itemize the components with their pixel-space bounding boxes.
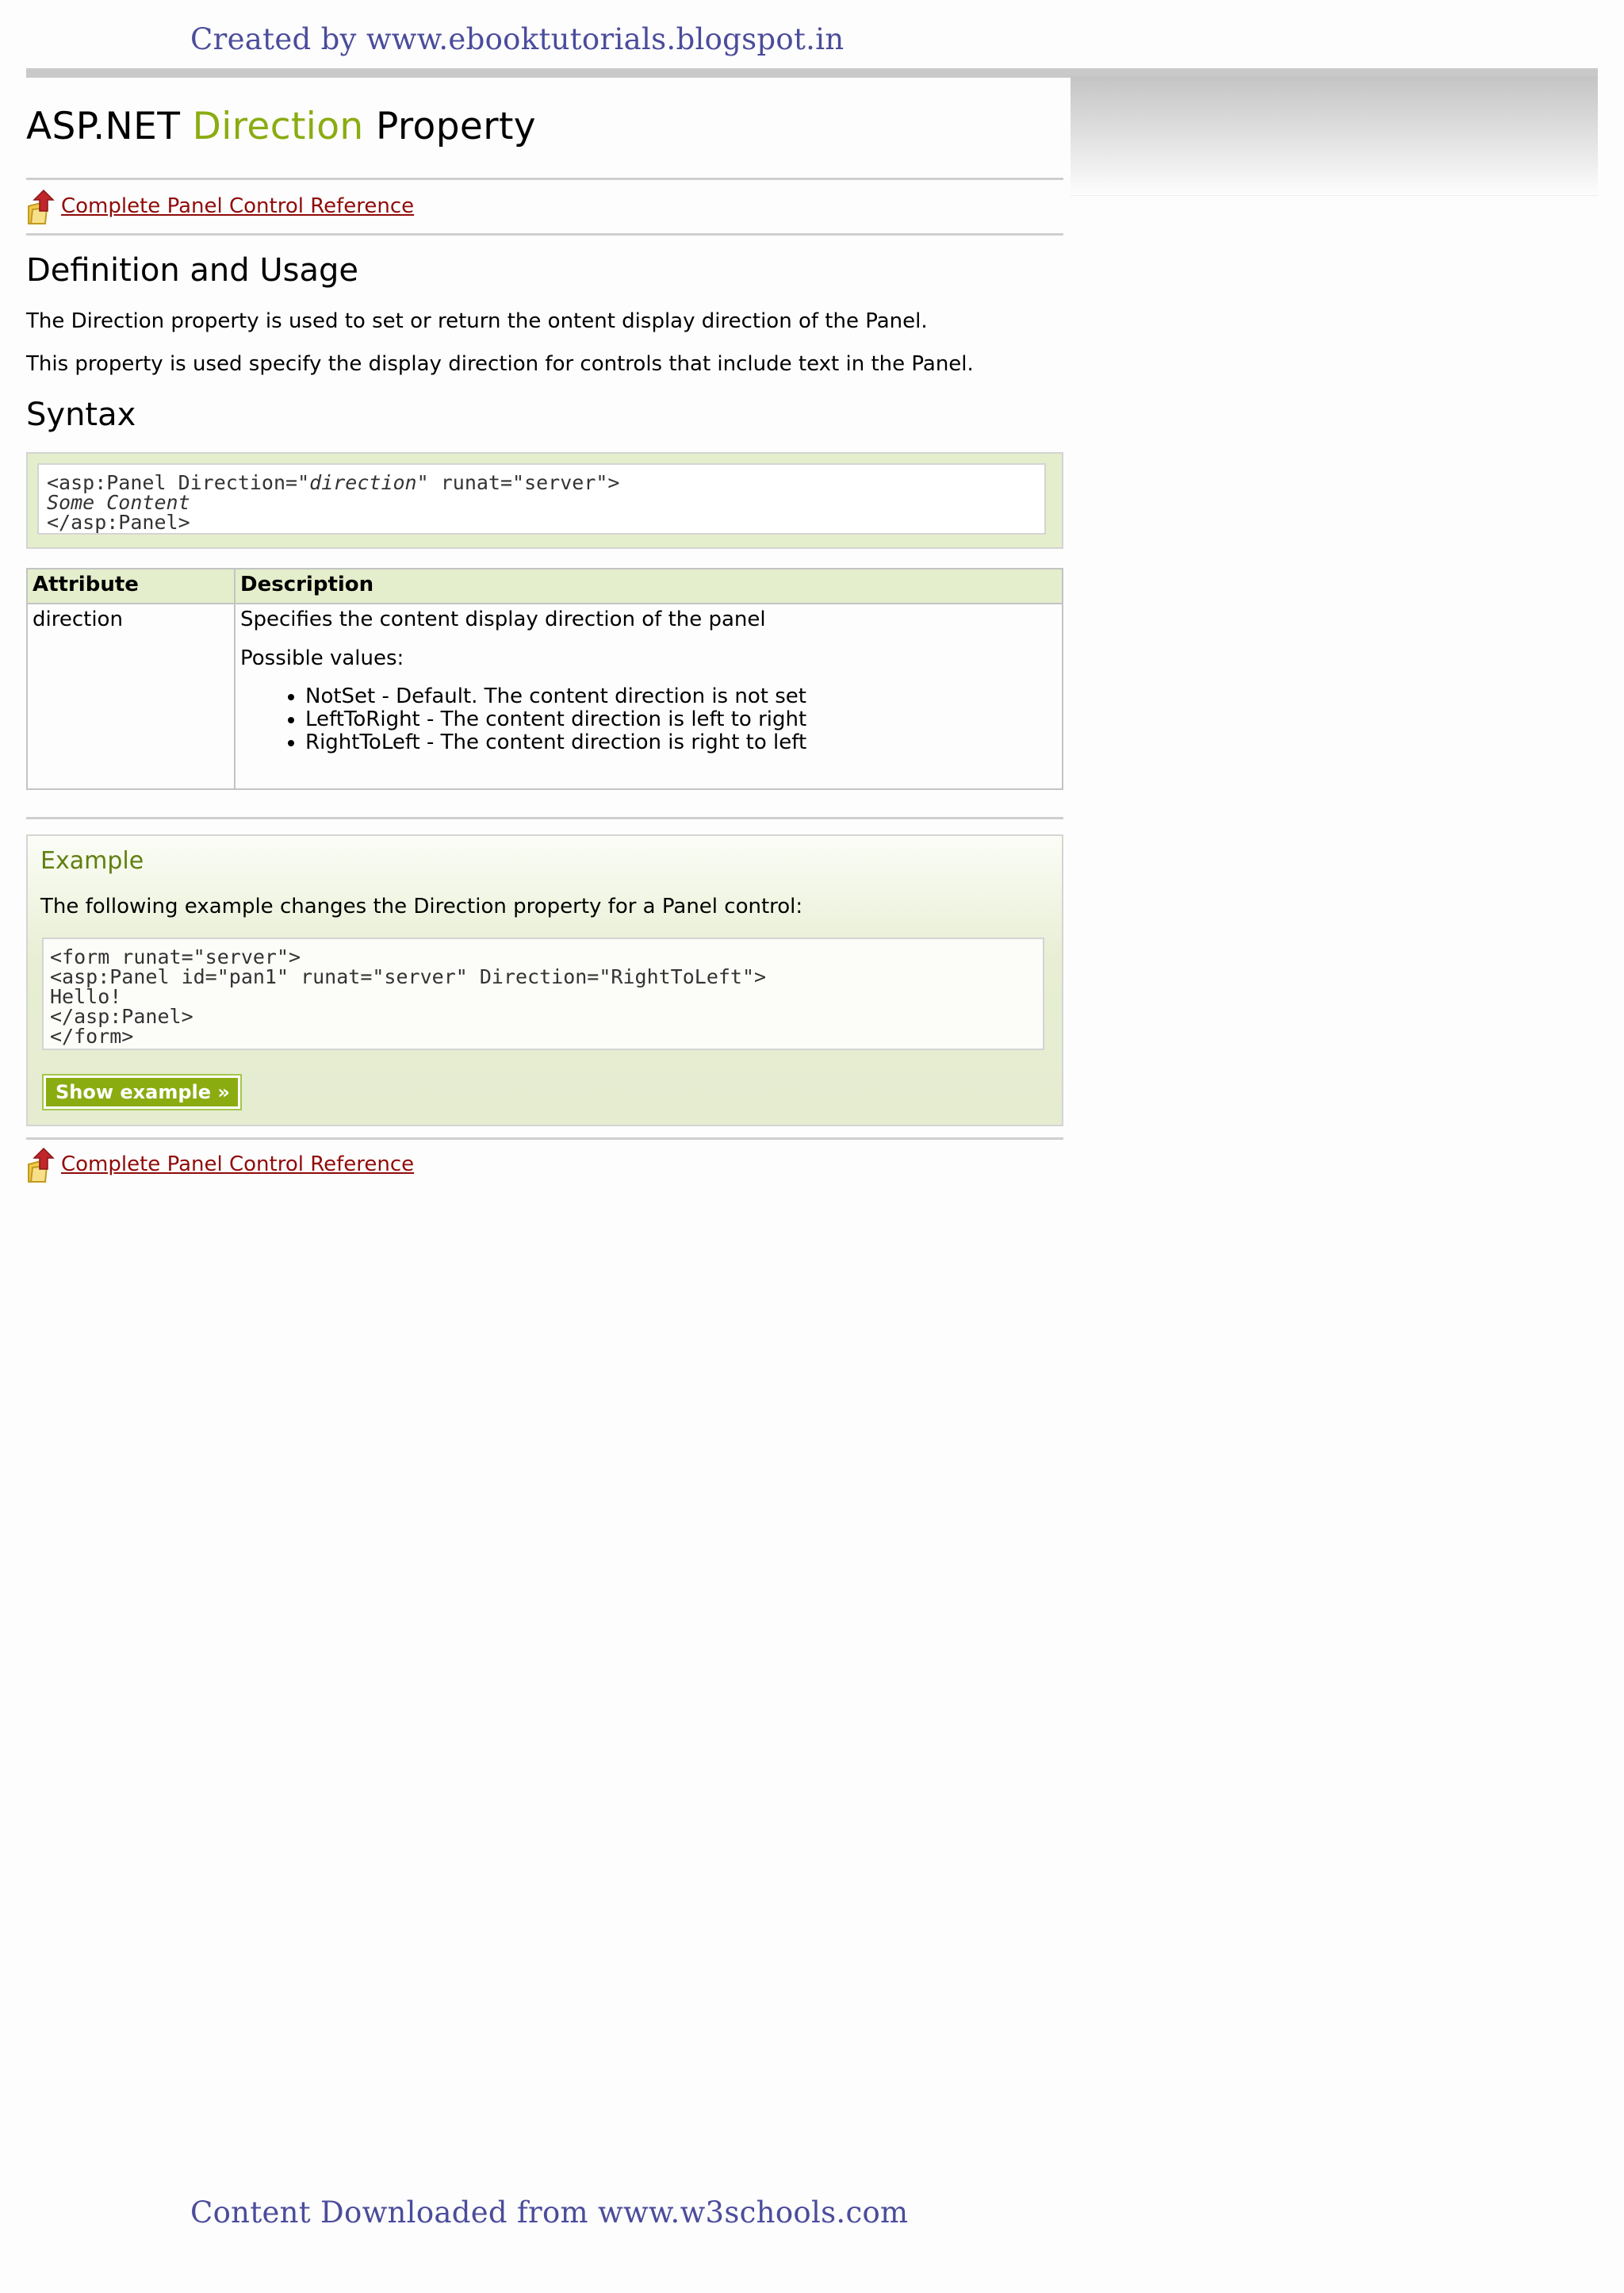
list-item: LeftToRight - The content direction is l… bbox=[305, 708, 1057, 731]
example-box: Example The following example changes th… bbox=[26, 834, 1063, 1126]
definition-paragraph-2: This property is used specify the displa… bbox=[26, 352, 974, 376]
reference-link-top[interactable]: Complete Panel Control Reference bbox=[26, 187, 414, 225]
syntax-line-1-param: direction bbox=[309, 471, 417, 494]
table-row: direction Specifies the content display … bbox=[26, 603, 1063, 790]
folder-up-arrow-icon bbox=[28, 189, 55, 224]
title-part-2: Property bbox=[375, 105, 537, 148]
code-line: </form> bbox=[50, 1025, 134, 1048]
code-line: </asp:Panel> bbox=[50, 1005, 193, 1028]
code-line: <asp:Panel id="pan1" runat="server" Dire… bbox=[50, 965, 767, 988]
reference-link-text[interactable]: Complete Panel Control Reference bbox=[61, 1152, 414, 1176]
title-accent: Direction bbox=[192, 105, 364, 148]
table-header-description: Description bbox=[234, 568, 1063, 604]
code-line: <form runat="server"> bbox=[50, 945, 301, 968]
show-example-button-label: Show example » bbox=[46, 1078, 238, 1106]
syntax-line-1: <asp:Panel Direction="direction" runat="… bbox=[47, 473, 1044, 493]
folder-up-arrow-icon bbox=[28, 1147, 55, 1183]
right-sidebar-panel bbox=[1071, 76, 1598, 196]
divider bbox=[26, 817, 1063, 819]
table-cell-attribute: direction bbox=[26, 603, 236, 790]
list-item: RightToLeft - The content direction is r… bbox=[305, 731, 1057, 754]
table-header-row: Attribute Description bbox=[26, 568, 1063, 604]
show-example-button[interactable]: Show example » bbox=[42, 1074, 242, 1110]
divider bbox=[26, 233, 1063, 236]
description-text: Specifies the content display direction … bbox=[240, 608, 766, 631]
example-code: <form runat="server"> <asp:Panel id="pan… bbox=[42, 938, 1044, 1050]
definition-paragraph-1: The Direction property is used to set or… bbox=[26, 309, 928, 333]
code-line: Hello! bbox=[50, 985, 122, 1008]
list-item: NotSet - Default. The content direction … bbox=[305, 685, 1057, 708]
title-part-1: ASP.NET bbox=[26, 105, 181, 148]
syntax-line-1-end: " runat="server"> bbox=[416, 471, 620, 494]
possible-values-label: Possible values: bbox=[240, 646, 404, 670]
table-cell-description: Specifies the content display direction … bbox=[234, 603, 1063, 790]
reference-link-bottom[interactable]: Complete Panel Control Reference bbox=[26, 1145, 414, 1183]
divider bbox=[26, 178, 1063, 180]
attribute-table: Attribute Description direction Specifie… bbox=[26, 568, 1063, 790]
example-description: The following example changes the Direct… bbox=[40, 895, 803, 918]
syntax-code: <asp:Panel Direction="direction" runat="… bbox=[37, 463, 1046, 535]
definition-heading: Definition and Usage bbox=[26, 252, 359, 289]
syntax-box: <asp:Panel Direction="direction" runat="… bbox=[26, 452, 1063, 549]
syntax-heading: Syntax bbox=[26, 397, 136, 433]
table-header-attribute: Attribute bbox=[26, 568, 236, 604]
possible-values-list: NotSet - Default. The content direction … bbox=[240, 685, 1057, 754]
watermark-top: Created by www.ebooktutorials.blogspot.i… bbox=[190, 22, 845, 56]
reference-link-text[interactable]: Complete Panel Control Reference bbox=[61, 194, 414, 218]
page-title: ASP.NET Direction Property bbox=[26, 105, 536, 148]
watermark-bottom: Content Downloaded from www.w3schools.co… bbox=[190, 2195, 909, 2230]
syntax-line-2: Some Content bbox=[47, 493, 1044, 512]
divider bbox=[26, 1137, 1063, 1140]
example-heading: Example bbox=[40, 847, 144, 875]
syntax-line-3: </asp:Panel> bbox=[47, 511, 190, 534]
